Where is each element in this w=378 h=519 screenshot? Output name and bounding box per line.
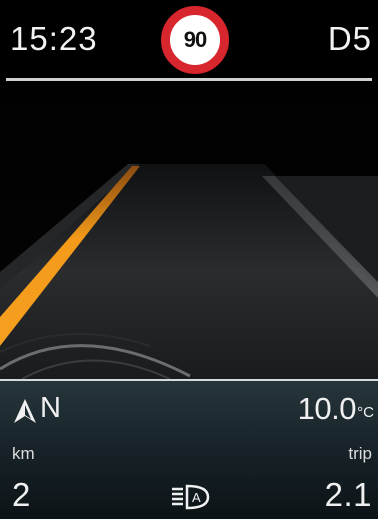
trip-label: trip (348, 444, 372, 463)
gear-indicator: D5 (327, 20, 372, 57)
distance-unit-label: km (12, 444, 35, 463)
outside-temperature: 10.0 (297, 391, 357, 426)
status-bar: 15:23 90 D5 (0, 0, 378, 78)
compass-arrow-icon (14, 399, 36, 423)
road-graphic (0, 84, 378, 379)
speed-limit-sign: 90 (161, 6, 229, 74)
trip-value: 2.1 (324, 476, 372, 513)
lane-assist-road-view (0, 84, 378, 379)
compass-heading: N (40, 392, 61, 424)
clock-time: 15:23 (10, 20, 98, 57)
temperature-unit: °C (357, 404, 374, 421)
top-divider (6, 78, 372, 81)
instrument-cluster-display: 15:23 90 D5 N 10.0 °C km 2 trip 2.1 A (0, 0, 378, 519)
auto-headlight-icon: A (172, 484, 210, 510)
svg-text:A: A (192, 490, 201, 505)
distance-value: 2 (12, 476, 31, 513)
speed-limit-value: 90 (183, 27, 208, 52)
